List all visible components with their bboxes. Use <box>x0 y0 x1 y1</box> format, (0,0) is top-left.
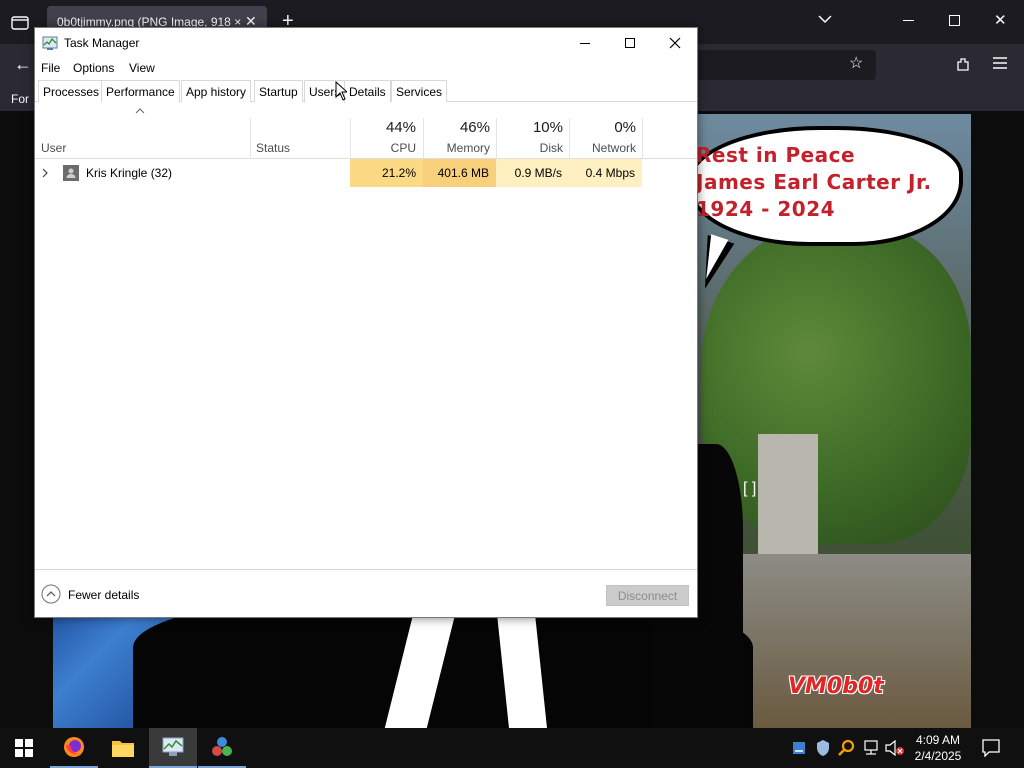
fewer-details-link[interactable]: Fewer details <box>68 588 139 602</box>
tray-volume-muted-icon[interactable] <box>885 740 905 756</box>
clock-time: 4:09 AM <box>915 733 961 747</box>
tree-canopy <box>701 224 971 544</box>
menu-file[interactable]: File <box>41 61 60 75</box>
task-manager-titlebar[interactable]: Task Manager <box>35 28 697 58</box>
folder-icon <box>112 741 134 757</box>
close-button[interactable] <box>652 28 698 58</box>
disk-cell: 0.9 MB/s <box>496 159 569 187</box>
bubble-text-line-3: 1924 - 2024 <box>696 197 836 221</box>
cpu-total-percent: 44% <box>385 119 416 136</box>
column-divider[interactable] <box>250 118 251 159</box>
network-total-percent: 0% <box>614 119 636 136</box>
user-name: Kris Kringle (32) <box>86 166 173 180</box>
chevron-down-icon[interactable] <box>818 14 832 24</box>
disk-total-percent: 10% <box>532 119 563 136</box>
image-bracket-text: [ ] <box>743 480 757 497</box>
tab-list-icon[interactable] <box>11 14 29 30</box>
start-button[interactable] <box>0 728 48 768</box>
menu-options[interactable]: Options <box>73 61 114 75</box>
column-header-memory[interactable]: 46% Memory <box>423 102 496 159</box>
cpu-label: CPU <box>390 141 416 155</box>
task-manager-app-icon <box>42 35 58 51</box>
maximize-icon <box>625 38 635 48</box>
extensions-icon[interactable] <box>955 56 971 72</box>
taskbar-file-explorer[interactable] <box>99 728 147 768</box>
maximize-button[interactable] <box>607 28 653 58</box>
close-icon <box>669 37 681 49</box>
image-watermark: VM0b0t <box>788 674 884 699</box>
network-label: Network <box>591 141 636 155</box>
browser-restore-icon[interactable] <box>949 15 960 26</box>
app-icon <box>212 737 232 756</box>
column-header-cpu[interactable]: 44% CPU <box>350 102 423 159</box>
task-manager-window[interactable]: Task Manager File Options View Processes… <box>34 27 698 618</box>
table-header: User Status 44% CPU 46% Memory 10% Disk … <box>35 102 697 159</box>
firefox-icon <box>64 737 84 757</box>
system-clock[interactable]: 4:09 AM 2/4/2025 <box>908 732 968 764</box>
expand-chevron-icon[interactable] <box>42 168 48 178</box>
minimize-button[interactable] <box>562 28 608 58</box>
taskbar-task-manager[interactable] <box>149 728 197 768</box>
mouse-cursor-icon <box>335 81 347 101</box>
tab-services[interactable]: Services <box>391 80 448 102</box>
close-tab-icon[interactable]: ✕ <box>245 14 257 28</box>
network-cell: 0.4 Mbps <box>569 159 642 187</box>
tray-network-drive-icon[interactable] <box>792 740 806 756</box>
tab-app-history[interactable]: App history <box>181 80 252 102</box>
sort-ascending-icon[interactable] <box>135 108 145 114</box>
column-header-status[interactable]: Status <box>256 141 290 155</box>
menu-view[interactable]: View <box>129 61 155 75</box>
bookmark-item[interactable]: For <box>11 92 29 106</box>
minimize-icon <box>580 42 590 44</box>
bookmark-star-icon[interactable]: ☆ <box>849 56 863 72</box>
memory-cell: 401.6 MB <box>423 159 496 187</box>
tray-search-icon[interactable] <box>838 739 856 757</box>
column-divider[interactable] <box>642 118 643 159</box>
table-row[interactable]: Kris Kringle (32) 21.2% 401.6 MB 0.9 MB/… <box>35 159 697 187</box>
menu-icon[interactable] <box>993 57 1007 69</box>
task-manager-icon <box>162 737 184 756</box>
building-pillar <box>758 434 818 564</box>
tab-startup[interactable]: Startup <box>254 80 303 102</box>
taskbar-firefox[interactable] <box>50 728 98 768</box>
fewer-details-chevron-icon[interactable] <box>41 584 61 604</box>
windows-logo-icon <box>15 739 33 757</box>
ground-area <box>743 554 971 728</box>
tray-network-icon[interactable] <box>862 740 880 756</box>
user-avatar-icon <box>63 165 79 181</box>
tray-shield-icon[interactable] <box>815 739 831 757</box>
column-header-network[interactable]: 0% Network <box>569 102 642 159</box>
browser-minimize-icon[interactable] <box>903 20 914 21</box>
browser-close-icon[interactable]: ✕ <box>994 13 1007 28</box>
disconnect-button[interactable]: Disconnect <box>606 585 689 606</box>
back-arrow-icon[interactable]: ← <box>14 55 32 73</box>
tab-processes[interactable]: Processes <box>38 80 105 102</box>
bubble-text-line-2: James Earl Carter Jr. <box>696 170 932 194</box>
tab-performance[interactable]: Performance <box>101 80 180 102</box>
window-title: Task Manager <box>64 36 140 50</box>
column-header-user[interactable]: User <box>41 141 66 155</box>
tab-details[interactable]: Details <box>344 80 391 102</box>
memory-total-percent: 46% <box>459 119 490 136</box>
disk-label: Disk <box>539 141 563 155</box>
column-header-disk[interactable]: 10% Disk <box>496 102 569 159</box>
notification-center-icon[interactable] <box>982 739 1000 757</box>
taskbar: 4:09 AM 2/4/2025 <box>0 728 1024 768</box>
bubble-text-line-1: Rest in Peace <box>696 143 856 167</box>
clock-date: 2/4/2025 <box>914 749 962 763</box>
menu-bar: File Options View <box>35 58 697 78</box>
cpu-cell: 21.2% <box>350 159 423 187</box>
taskbar-app[interactable] <box>198 728 246 768</box>
memory-label: Memory <box>446 141 490 155</box>
tab-strip: Processes Performance App history Startu… <box>35 80 697 103</box>
footer-bar: Fewer details Disconnect <box>35 569 697 617</box>
